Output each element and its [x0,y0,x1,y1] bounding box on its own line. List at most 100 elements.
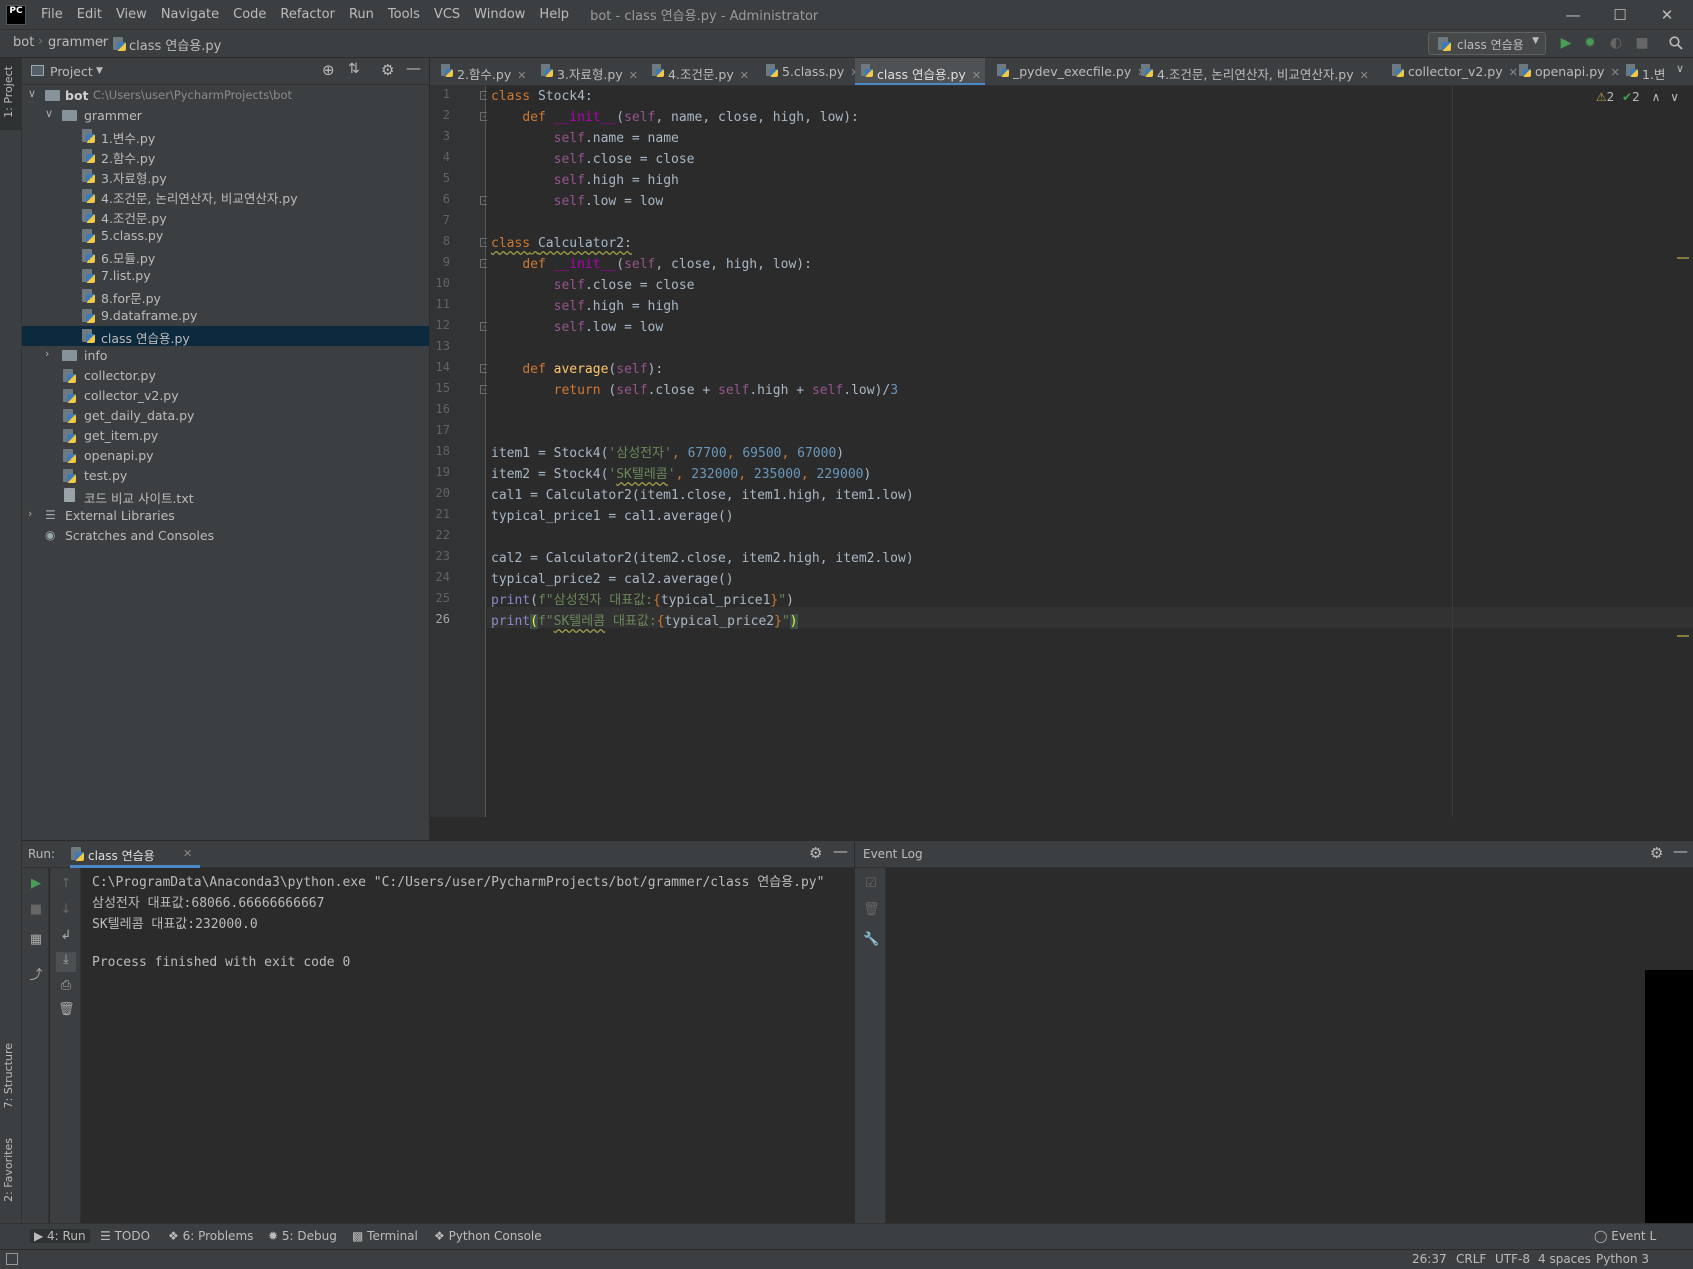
chevron-down-icon[interactable]: ∨ [45,107,53,120]
run-icon[interactable]: ▶ [1556,33,1576,53]
soft-wrap-icon[interactable]: ↲ [58,928,74,944]
close-icon[interactable]: ✕ [1360,69,1369,82]
tree-file[interactable]: 2.함수.py [22,146,429,166]
menu-navigate[interactable]: Navigate [154,7,226,22]
menu-file[interactable]: File [34,7,70,22]
editor-tab[interactable]: collector_v2.py ✕ [1386,58,1518,85]
gear-icon[interactable]: ⚙ [381,61,394,79]
print-icon[interactable]: ⎙ [58,978,74,994]
tree-file[interactable]: 5.class.py [22,226,429,246]
trash-icon[interactable]: 🗑 [863,902,880,918]
editor-tab[interactable]: 5.class.py✕ [760,58,859,85]
tree-file[interactable]: collector.py [22,366,429,386]
tool-tab-debug[interactable]: ✹ 5: Debug [268,1229,337,1243]
tree-file[interactable]: 코드 비교 사이트.txt [22,486,429,506]
error-stripe-mark[interactable] [1677,635,1689,637]
menu-refactor[interactable]: Refactor [273,7,342,22]
run-tab[interactable]: class 연습용 ✕ [70,841,200,868]
chevron-down-icon[interactable]: ∨ [28,87,36,100]
close-icon[interactable]: ✕ [740,69,749,82]
close-icon[interactable]: ✕ [517,69,526,82]
rerun-icon[interactable]: ▶ [28,876,44,892]
tree-external-libraries[interactable]: › ☰ External Libraries [22,506,429,526]
debug-icon[interactable]: ✹ [1580,33,1600,53]
editor-tab[interactable]: 4.조건문.py ✕ [646,58,749,85]
tree-file-selected[interactable]: class 연습용.py [22,326,429,346]
file-encoding[interactable]: UTF-8 [1495,1252,1530,1266]
tree-scratches[interactable]: ◉ Scratches and Consoles [22,526,429,546]
tool-tab-event-log[interactable]: ◯ Event L [1592,1229,1659,1243]
tree-file[interactable]: 4.조건문, 논리연산자, 비교연산자.py [22,186,429,206]
chevron-right-icon[interactable]: › [45,347,49,360]
tree-file[interactable]: 6.모듈.py [22,246,429,266]
code-editor[interactable]: ⚠2 ✔2 ∧ ∨ class Stock4: def __init__(sel… [487,86,1693,817]
stop-icon[interactable]: ■ [1632,33,1652,53]
chevron-down-icon[interactable]: ∨ [1670,90,1679,104]
chevron-right-icon[interactable]: › [28,507,32,520]
close-icon[interactable]: ✕ [183,847,192,860]
favorites-tool-tab[interactable]: 2: Favorites [2,1138,15,1202]
chevron-down-icon[interactable]: ▼ [96,66,103,76]
tree-file[interactable]: 7.list.py [22,266,429,286]
chevron-down-icon[interactable]: ∨ [1676,62,1684,75]
stop-icon[interactable]: ■ [28,902,44,918]
tool-tab-todo[interactable]: ☰ TODO [100,1229,150,1243]
gear-icon[interactable]: ⚙ [809,844,822,862]
breadcrumb-bot[interactable]: bot [13,35,34,50]
menu-help[interactable]: Help [532,7,576,22]
coverage-icon[interactable]: ◐ [1606,33,1626,53]
tree-file[interactable]: 8.for문.py [22,286,429,306]
pin-icon[interactable]: ⤴ [28,964,44,983]
editor-tab[interactable]: 2.함수.py ✕ [435,58,526,85]
hide-panel-icon[interactable]: — [1673,842,1688,860]
indent-setting[interactable]: 4 spaces [1538,1252,1591,1266]
tree-file[interactable]: 4.조건문.py [22,206,429,226]
run-console[interactable]: C:\ProgramData\Anaconda3\python.exe "C:/… [82,868,854,1223]
caret-position[interactable]: 26:37 [1412,1252,1447,1266]
run-configuration-select[interactable]: class 연습용 ▼ [1428,32,1546,55]
maximize-icon[interactable]: ☐ [1597,0,1643,30]
chevron-up-icon[interactable]: ∧ [1652,90,1661,104]
editor-tab[interactable]: 1.변 [1620,58,1665,85]
wrench-icon[interactable]: 🔧 [863,932,879,948]
search-icon[interactable] [1666,33,1686,53]
tree-file[interactable]: collector_v2.py [22,386,429,406]
project-view-label[interactable]: Project [50,64,93,79]
menu-view[interactable]: View [109,7,154,22]
gear-icon[interactable]: ⚙ [1650,844,1663,862]
tool-tab-terminal[interactable]: ▩ Terminal [352,1229,418,1243]
tool-tab-python-console[interactable]: ❖ Python Console [434,1229,542,1243]
menu-vcs[interactable]: VCS [427,7,467,22]
editor-tab[interactable]: _pydev_execfile.py ✕ [991,58,1146,85]
tree-file[interactable]: get_daily_data.py [22,406,429,426]
tree-folder-grammer[interactable]: ∨ grammer [22,106,429,126]
panel-toggle-icon[interactable] [6,1253,18,1265]
error-stripe-mark[interactable] [1677,257,1689,259]
layout-icon[interactable]: ▦ [28,932,44,948]
tree-file[interactable]: 9.dataframe.py [22,306,429,326]
locate-icon[interactable]: ⊕ [322,61,335,79]
tree-file[interactable]: test.py [22,466,429,486]
tree-file[interactable]: 1.변수.py [22,126,429,146]
inspection-widget[interactable]: ⚠2 ✔2 ∧ ∨ [1596,90,1679,104]
mark-read-icon[interactable]: ☑ [863,876,879,892]
close-window-icon[interactable]: ✕ [1644,0,1690,30]
tree-root-bot[interactable]: ∨ bot C:\Users\user\PycharmProjects\bot [22,86,429,106]
close-icon[interactable]: ✕ [629,69,638,82]
hide-panel-icon[interactable]: — [406,59,421,77]
tool-tab-problems[interactable]: ❖ 6: Problems [168,1229,253,1243]
tree-file[interactable]: 3.자료형.py [22,166,429,186]
line-separator[interactable]: CRLF [1456,1252,1486,1266]
close-icon[interactable]: ✕ [972,69,981,82]
structure-tool-tab[interactable]: 7: Structure [2,1043,15,1108]
python-interpreter[interactable]: Python 3 [1596,1252,1649,1266]
menu-run[interactable]: Run [342,7,381,22]
tree-file[interactable]: openapi.py [22,446,429,466]
arrow-up-icon[interactable]: ↑ [58,876,74,892]
scroll-to-end-icon[interactable]: ⤓ [56,952,76,972]
close-icon[interactable]: ✕ [1611,66,1620,79]
menu-code[interactable]: Code [226,7,273,22]
project-tool-tab[interactable]: 1: Project [2,66,15,118]
minimize-icon[interactable]: — [1550,0,1596,30]
trash-icon[interactable]: 🗑 [58,1002,75,1018]
